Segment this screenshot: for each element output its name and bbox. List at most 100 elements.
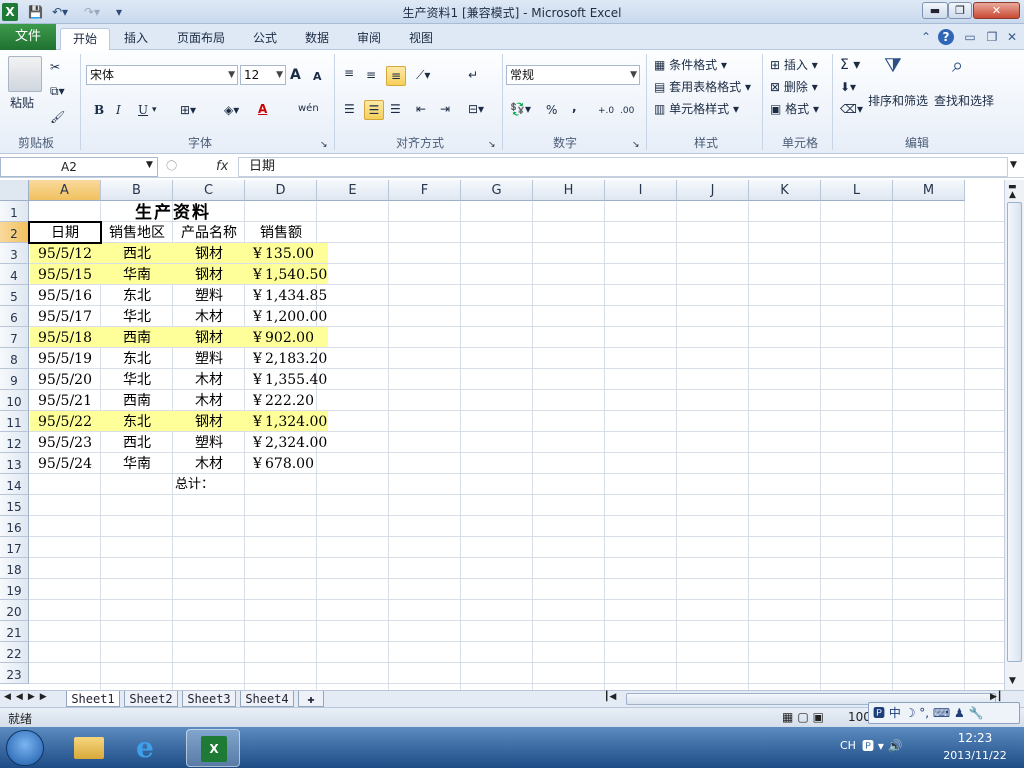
phonetic-button[interactable]: wén — [298, 100, 319, 118]
header-cell-c[interactable]: 产品名称 — [173, 223, 245, 243]
dialog-launcher-icon[interactable]: ↘ — [488, 136, 496, 154]
percent-button[interactable]: % — [546, 101, 557, 119]
product-cell[interactable]: 塑料 — [173, 349, 245, 369]
product-cell[interactable]: 塑料 — [173, 286, 245, 306]
product-cell[interactable]: 木材 — [173, 307, 245, 327]
align-middle-icon[interactable]: ≡ — [366, 66, 376, 84]
ie-taskbar-icon[interactable]: e — [124, 729, 178, 767]
column-header-e[interactable]: E — [317, 180, 389, 201]
row-header-22[interactable]: 22 — [0, 642, 29, 663]
sort-filter-icon[interactable]: ⧩ — [884, 55, 912, 86]
sheet-tab-2[interactable]: Sheet2 — [124, 691, 178, 707]
row-header-20[interactable]: 20 — [0, 600, 29, 621]
font-color-button[interactable]: A — [258, 100, 267, 118]
sheet-tab-1[interactable]: Sheet1 — [66, 691, 120, 707]
product-cell[interactable]: 塑料 — [173, 433, 245, 453]
amount-cell[interactable]: 1,540.50 — [265, 265, 327, 285]
product-cell[interactable]: 钢材 — [173, 412, 245, 432]
date-cell[interactable]: 95/5/19 — [29, 349, 101, 369]
fill-color-icon[interactable]: ◈▾ — [224, 101, 239, 119]
product-cell[interactable]: 木材 — [173, 391, 245, 411]
header-cell-d[interactable]: 销售额 — [245, 223, 317, 243]
align-bottom-icon[interactable]: ≡ — [386, 66, 406, 86]
row-header-13[interactable]: 13 — [0, 453, 29, 474]
product-cell[interactable]: 木材 — [173, 370, 245, 390]
ime-tray-icon[interactable]: 🅿 ▾ 🔊 — [862, 737, 903, 754]
border-icon[interactable]: ⊞▾ — [180, 101, 196, 119]
total-label-cell[interactable]: 总计： — [175, 475, 247, 495]
paste-button[interactable]: 粘贴 — [10, 94, 34, 112]
insert-cells-button[interactable]: ⊞ 插入 ▾ — [770, 56, 818, 74]
align-top-icon[interactable]: ≡ — [344, 64, 354, 82]
italic-button[interactable]: I — [116, 101, 121, 119]
vertical-scrollbar[interactable]: ▬ ▲ ▼ — [1004, 180, 1024, 690]
row-header-3[interactable]: 3 — [0, 243, 29, 264]
product-cell[interactable]: 钢材 — [173, 328, 245, 348]
start-button[interactable] — [6, 730, 44, 766]
tab-review[interactable]: 审阅 — [348, 28, 390, 50]
region-cell[interactable]: 东北 — [101, 286, 173, 306]
active-cell-border[interactable] — [28, 221, 102, 244]
clock-date[interactable]: 2013/11/22 — [930, 749, 1020, 762]
chevron-down-icon[interactable]: ▾ — [152, 101, 157, 119]
region-cell[interactable]: 华南 — [101, 265, 173, 285]
tab-file[interactable]: 文件 — [0, 24, 56, 50]
date-cell[interactable]: 95/5/18 — [29, 328, 101, 348]
product-cell[interactable]: 木材 — [173, 454, 245, 474]
expand-formula-bar-icon[interactable]: ▼ — [1010, 160, 1017, 170]
column-header-c[interactable]: C — [173, 180, 245, 201]
amount-cell[interactable]: 1,355.40 — [265, 370, 327, 390]
increase-indent-icon[interactable]: ⇥ — [440, 100, 450, 118]
vertical-scroll-thumb[interactable] — [1007, 202, 1022, 662]
font-name-select[interactable]: 宋体 ▼ — [86, 65, 238, 85]
date-cell[interactable]: 95/5/21 — [29, 391, 101, 411]
sheet-nav-icon[interactable]: ◀◀▶▶ — [4, 692, 52, 702]
amount-cell[interactable]: 1,200.00 — [265, 307, 327, 327]
row-header-18[interactable]: 18 — [0, 558, 29, 579]
row-header-10[interactable]: 10 — [0, 390, 29, 411]
chevron-down-icon[interactable]: ▼ — [146, 160, 153, 170]
row-header-6[interactable]: 6 — [0, 306, 29, 327]
scroll-right-icon[interactable]: ▶┃ — [990, 692, 1002, 702]
align-left-icon[interactable]: ☰ — [344, 100, 355, 118]
row-header-2[interactable]: 2 — [0, 222, 29, 243]
date-cell[interactable]: 95/5/20 — [29, 370, 101, 390]
close-button[interactable]: ✕ — [973, 2, 1020, 19]
spreadsheet-grid[interactable]: ABCDEFGHIJKLM 1 2 3 4 5 6 7 8 9 10 11 12 13 14 15 16 17 1… — [0, 180, 1004, 690]
decrease-decimal-button[interactable]: .00 — [620, 102, 634, 120]
row-header-21[interactable]: 21 — [0, 621, 29, 642]
minimize-button[interactable]: ▬ — [922, 2, 948, 19]
clear-icon[interactable]: ⌫▾ — [840, 100, 863, 118]
region-cell[interactable]: 东北 — [101, 349, 173, 369]
workbook-close-icon[interactable]: ✕ — [1004, 29, 1020, 45]
row-header-11[interactable]: 11 — [0, 411, 29, 432]
restore-button[interactable]: ❐ — [948, 2, 972, 19]
row-header-1[interactable]: 1 — [0, 201, 29, 222]
sheet-tab-3[interactable]: Sheet3 — [182, 691, 236, 707]
region-cell[interactable]: 华南 — [101, 454, 173, 474]
region-cell[interactable]: 西北 — [101, 433, 173, 453]
column-header-d[interactable]: D — [245, 180, 317, 201]
binoculars-icon[interactable]: ⌕ — [952, 55, 980, 86]
amount-cell[interactable]: 2,183.20 — [265, 349, 327, 369]
column-header-j[interactable]: J — [677, 180, 749, 201]
tab-home[interactable]: 开始 — [60, 28, 110, 50]
row-header-9[interactable]: 9 — [0, 369, 29, 390]
delete-cells-button[interactable]: ⊠ 删除 ▾ — [770, 78, 818, 96]
sheet-title-cell[interactable]: 生产资料 — [29, 203, 317, 223]
dialog-launcher-icon[interactable]: ↘ — [320, 136, 328, 154]
number-format-select[interactable]: 常规 ▼ — [506, 65, 640, 85]
tab-formulas[interactable]: 公式 — [244, 28, 286, 50]
insert-function-button[interactable]: fx — [216, 159, 228, 174]
sort-filter-button[interactable]: 排序和筛选 — [868, 92, 928, 110]
shrink-font-button[interactable]: A — [313, 68, 322, 86]
paste-icon[interactable] — [8, 56, 42, 92]
row-header-14[interactable]: 14 — [0, 474, 29, 495]
date-cell[interactable]: 95/5/16 — [29, 286, 101, 306]
region-cell[interactable]: 西南 — [101, 391, 173, 411]
region-cell[interactable]: 华北 — [101, 307, 173, 327]
explorer-taskbar-icon[interactable] — [62, 729, 116, 767]
insert-sheet-icon[interactable]: ✚ — [298, 691, 324, 707]
grow-font-button[interactable]: A — [290, 66, 301, 84]
date-cell[interactable]: 95/5/23 — [29, 433, 101, 453]
